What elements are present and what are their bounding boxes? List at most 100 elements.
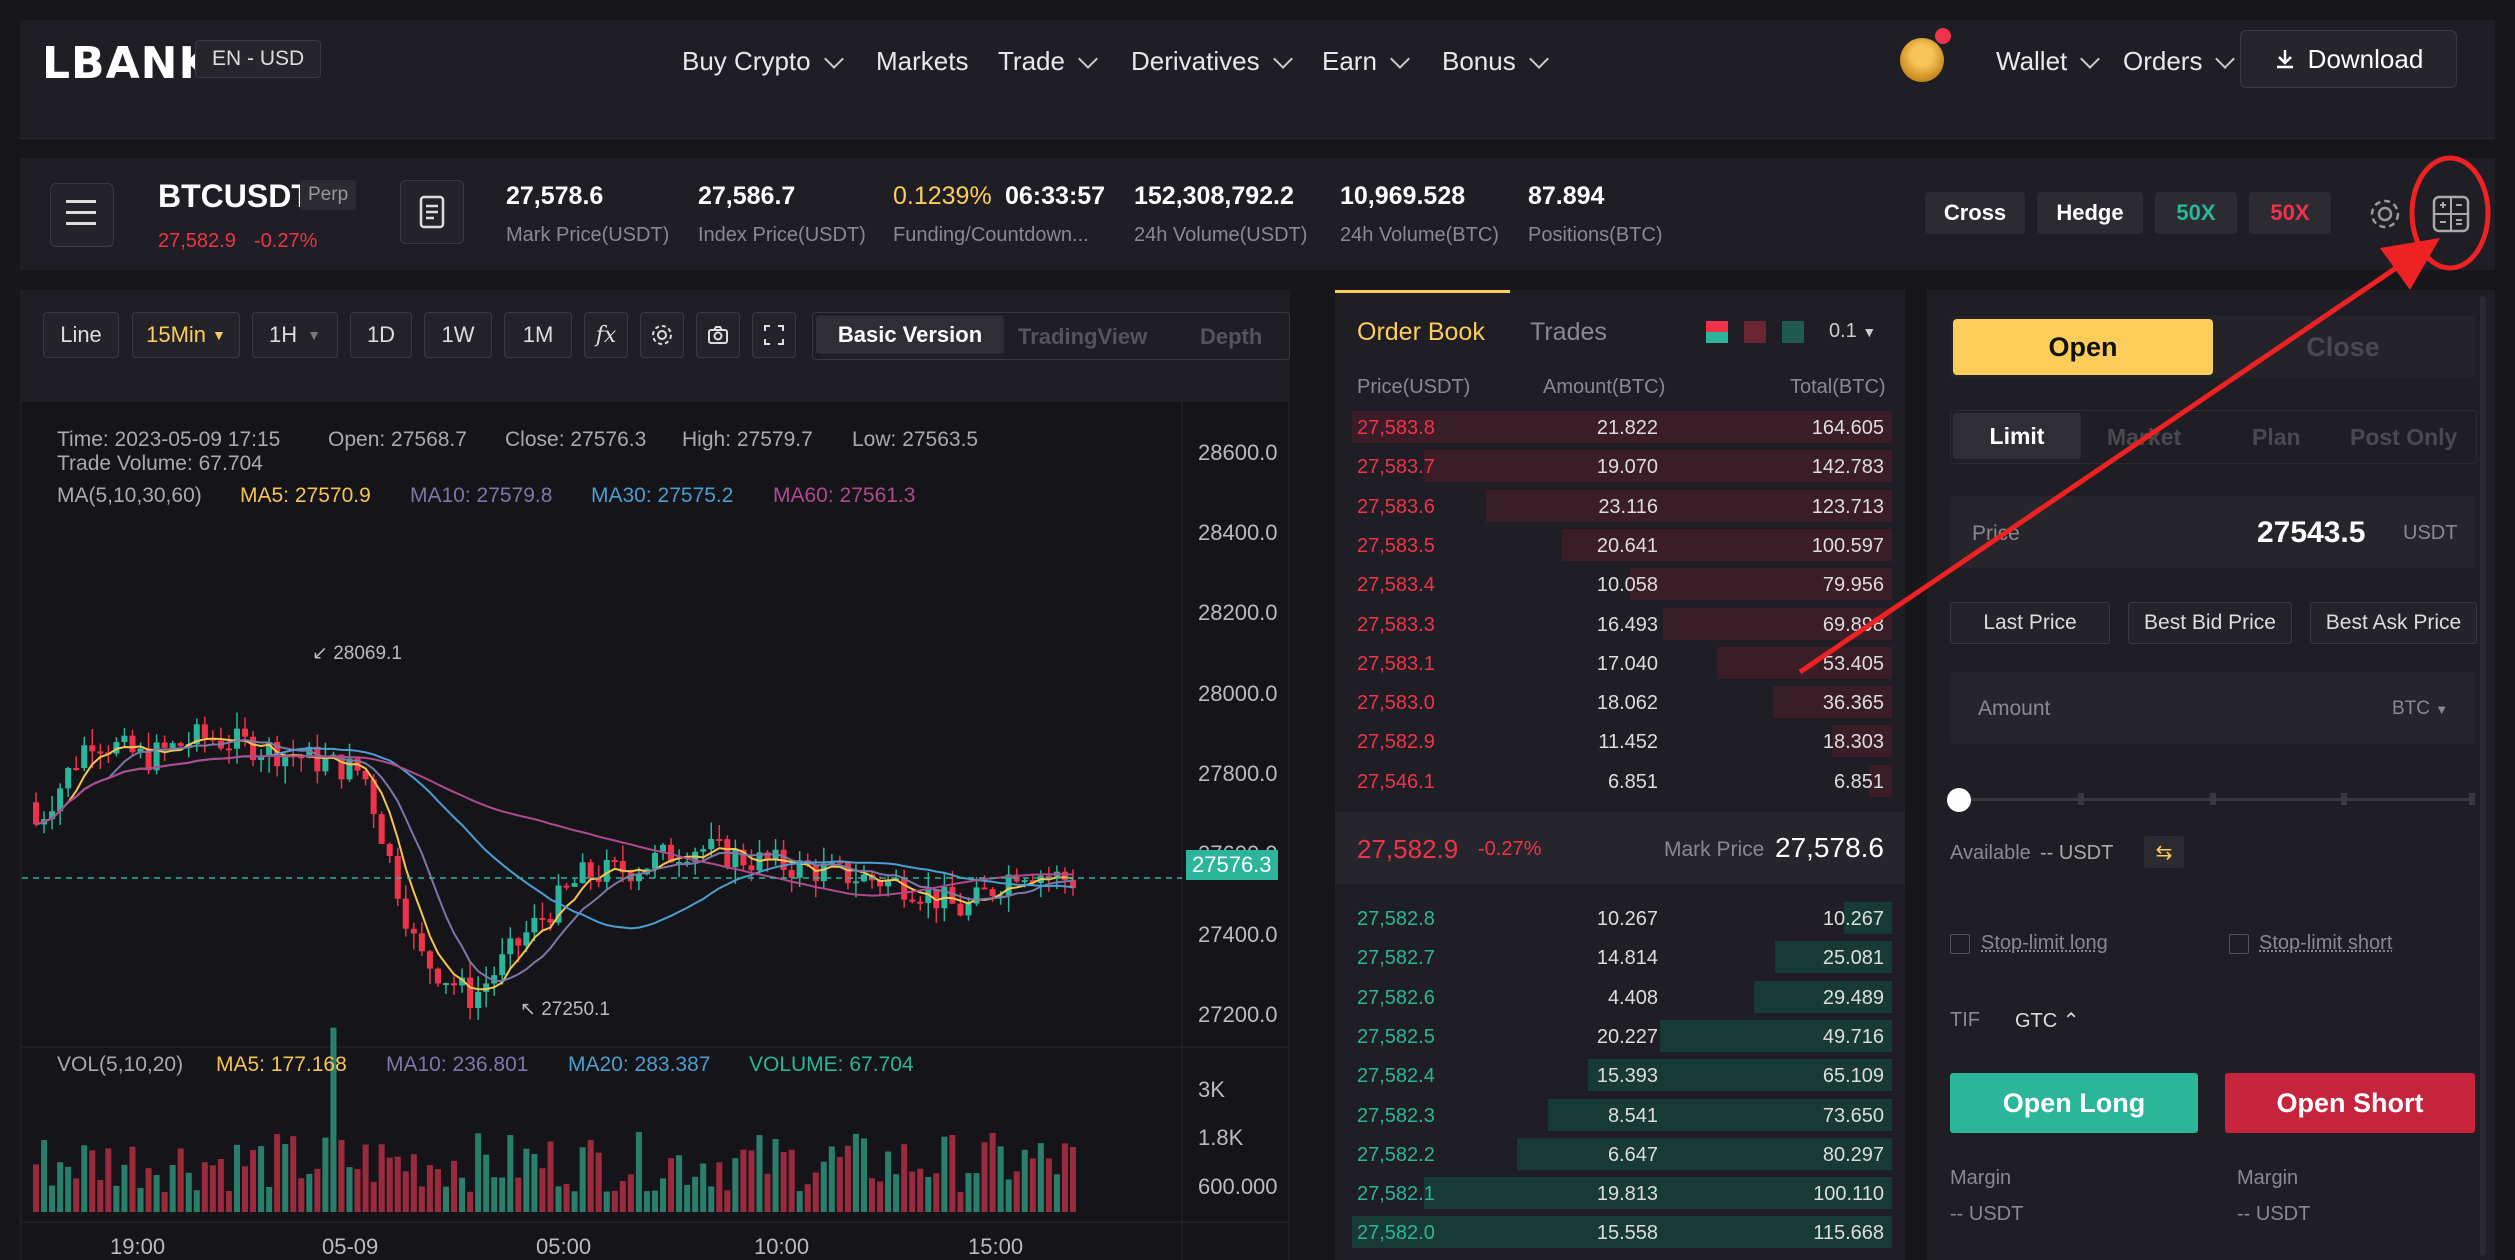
interval-1m-button[interactable]: 1M: [504, 312, 572, 358]
volume-bar: [169, 1164, 176, 1212]
interval-1w-button[interactable]: 1W: [424, 312, 492, 358]
interval-1h-select[interactable]: 1H ▼: [252, 312, 338, 358]
price-value: 27543.5: [2257, 516, 2366, 549]
bid-row[interactable]: 27,582.3 8.541 73.650: [1352, 1097, 1892, 1133]
ask-row[interactable]: 27,583.8 21.822 164.605: [1352, 409, 1892, 445]
stop-limit-long-checkbox[interactable]: [1950, 934, 1970, 954]
nav-wallet[interactable]: Wallet: [1996, 46, 2101, 77]
tab-plan[interactable]: Plan: [2252, 424, 2301, 451]
tab-depth[interactable]: Depth: [1200, 324, 1262, 350]
ask-row[interactable]: 27,583.0 18.062 36.365: [1352, 684, 1892, 720]
fullscreen-button[interactable]: [752, 312, 796, 358]
calculator-icon[interactable]: [2430, 193, 2472, 235]
tif-select[interactable]: GTC ⌃: [2015, 1008, 2080, 1033]
tab-market[interactable]: Market: [2107, 424, 2181, 451]
ask-row[interactable]: 27,582.9 11.452 18.303: [1352, 723, 1892, 759]
tab-trades[interactable]: Trades: [1530, 318, 1607, 347]
nav-markets-label: Markets: [876, 46, 969, 76]
tab-open[interactable]: Open: [1953, 319, 2213, 375]
bid-row[interactable]: 27,582.4 15.393 65.109: [1352, 1057, 1892, 1093]
nav-buy-crypto[interactable]: Buy Crypto: [682, 46, 844, 77]
short-leverage-button[interactable]: 50X: [2249, 192, 2331, 234]
ask-row[interactable]: 27,583.4 10.058 79.956: [1352, 566, 1892, 602]
bid-row[interactable]: 27,582.8 10.267 10.267: [1352, 900, 1892, 936]
download-button[interactable]: Download: [2240, 30, 2457, 88]
contract-info-button[interactable]: [400, 180, 464, 244]
scrollbar[interactable]: [2480, 296, 2486, 1256]
volume-bar: [354, 1168, 361, 1212]
best-ask-button[interactable]: Best Ask Price: [2310, 602, 2477, 644]
ask-row[interactable]: 27,583.7 19.070 142.783: [1352, 448, 1892, 484]
nav-bonus[interactable]: Bonus: [1442, 46, 1549, 77]
nav-orders[interactable]: Orders: [2123, 46, 2236, 77]
perp-badge: Perp: [300, 180, 357, 210]
ma10-value: MA10: 27579.8: [410, 484, 553, 507]
stop-limit-long-label: Stop-limit long: [1981, 932, 2108, 954]
bid-row[interactable]: 27,582.7 14.814 25.081: [1352, 939, 1892, 975]
tab-order-book[interactable]: Order Book: [1357, 318, 1485, 347]
volume-bar: [965, 1173, 972, 1212]
bid-row[interactable]: 27,582.6 4.408 29.489: [1352, 979, 1892, 1015]
open-long-button[interactable]: Open Long: [1950, 1073, 2198, 1133]
nav-bonus-label: Bonus: [1442, 46, 1516, 76]
col-total-header: Total(BTC): [1790, 376, 1886, 398]
tab-post-only[interactable]: Post Only: [2350, 424, 2457, 451]
candlestick-chart[interactable]: [22, 402, 1288, 1260]
language-currency-selector[interactable]: EN - USD: [195, 40, 322, 78]
transfer-icon[interactable]: ⇆: [2144, 836, 2184, 868]
line-chart-button[interactable]: Line: [43, 312, 119, 358]
orderbook-last-price: 27,582.9: [1357, 834, 1459, 864]
best-bid-button[interactable]: Best Bid Price: [2128, 602, 2292, 644]
slider-handle[interactable]: [1947, 788, 1971, 812]
bids-only-view-icon[interactable]: [1782, 321, 1804, 343]
long-leverage-button[interactable]: 50X: [2155, 192, 2237, 234]
last-price-button[interactable]: Last Price: [1950, 602, 2110, 644]
stop-limit-short-checkbox[interactable]: [2229, 934, 2249, 954]
bid-amount: 8.541: [1607, 1104, 1658, 1127]
both-sides-view-icon[interactable]: [1706, 321, 1728, 343]
nav-trade[interactable]: Trade: [998, 46, 1098, 77]
gear-icon[interactable]: [2366, 195, 2404, 233]
interval-15min-select[interactable]: 15Min ▼: [132, 312, 240, 358]
bid-row[interactable]: 27,582.5 20.227 49.716: [1352, 1018, 1892, 1054]
symbol-name[interactable]: BTCUSDT: [158, 178, 311, 215]
volume-bar: [145, 1168, 152, 1212]
tab-basic-version[interactable]: Basic Version: [816, 316, 1004, 354]
nav-markets[interactable]: Markets: [876, 46, 968, 77]
volume-ma20: MA20: 283.387: [568, 1053, 711, 1076]
avatar[interactable]: [1900, 38, 1944, 82]
volume-bar: [901, 1144, 908, 1212]
caret-down-icon: ▼: [2435, 702, 2449, 717]
volume-bar: [97, 1179, 104, 1212]
amount-unit-select[interactable]: BTC ▼: [2392, 698, 2448, 720]
open-short-button[interactable]: Open Short: [2225, 1073, 2475, 1133]
nav-earn[interactable]: Earn: [1322, 46, 1410, 77]
amount-slider-track[interactable]: [1960, 798, 2475, 801]
ask-row[interactable]: 27,583.6 23.116 123.713: [1352, 488, 1892, 524]
screenshot-button[interactable]: [696, 312, 740, 358]
bid-row[interactable]: 27,582.2 6.647 80.297: [1352, 1136, 1892, 1172]
tab-tradingview[interactable]: TradingView: [1018, 324, 1147, 350]
ask-row[interactable]: 27,583.1 17.040 53.405: [1352, 645, 1892, 681]
price-input[interactable]: [1950, 496, 2475, 568]
cross-margin-button[interactable]: Cross: [1925, 192, 2025, 234]
precision-select[interactable]: 0.1 ▼: [1829, 320, 1876, 343]
indicator-fx-button[interactable]: fx: [584, 312, 628, 358]
ask-row[interactable]: 27,546.1 6.851 6.851: [1352, 763, 1892, 799]
lbank-logo[interactable]: LBANK: [42, 38, 214, 89]
ma5-value: MA5: 27570.9: [240, 484, 371, 507]
bid-row[interactable]: 27,582.1 19.813 100.110: [1352, 1175, 1892, 1211]
ask-row[interactable]: 27,583.3 16.493 69.898: [1352, 606, 1892, 642]
hedge-mode-button[interactable]: Hedge: [2037, 192, 2143, 234]
ask-row[interactable]: 27,583.5 20.641 100.597: [1352, 527, 1892, 563]
asks-only-view-icon[interactable]: [1744, 321, 1766, 343]
interval-1d-button[interactable]: 1D: [350, 312, 412, 358]
candle-body: [531, 917, 538, 933]
bid-row[interactable]: 27,582.0 15.558 115.668: [1352, 1214, 1892, 1250]
volume-bar: [836, 1157, 843, 1212]
tab-close[interactable]: Close: [2213, 319, 2473, 375]
available-label: Available: [1950, 842, 2031, 864]
nav-derivatives[interactable]: Derivatives: [1131, 46, 1293, 77]
tab-limit[interactable]: Limit: [1953, 413, 2081, 459]
chart-settings-button[interactable]: [640, 312, 684, 358]
